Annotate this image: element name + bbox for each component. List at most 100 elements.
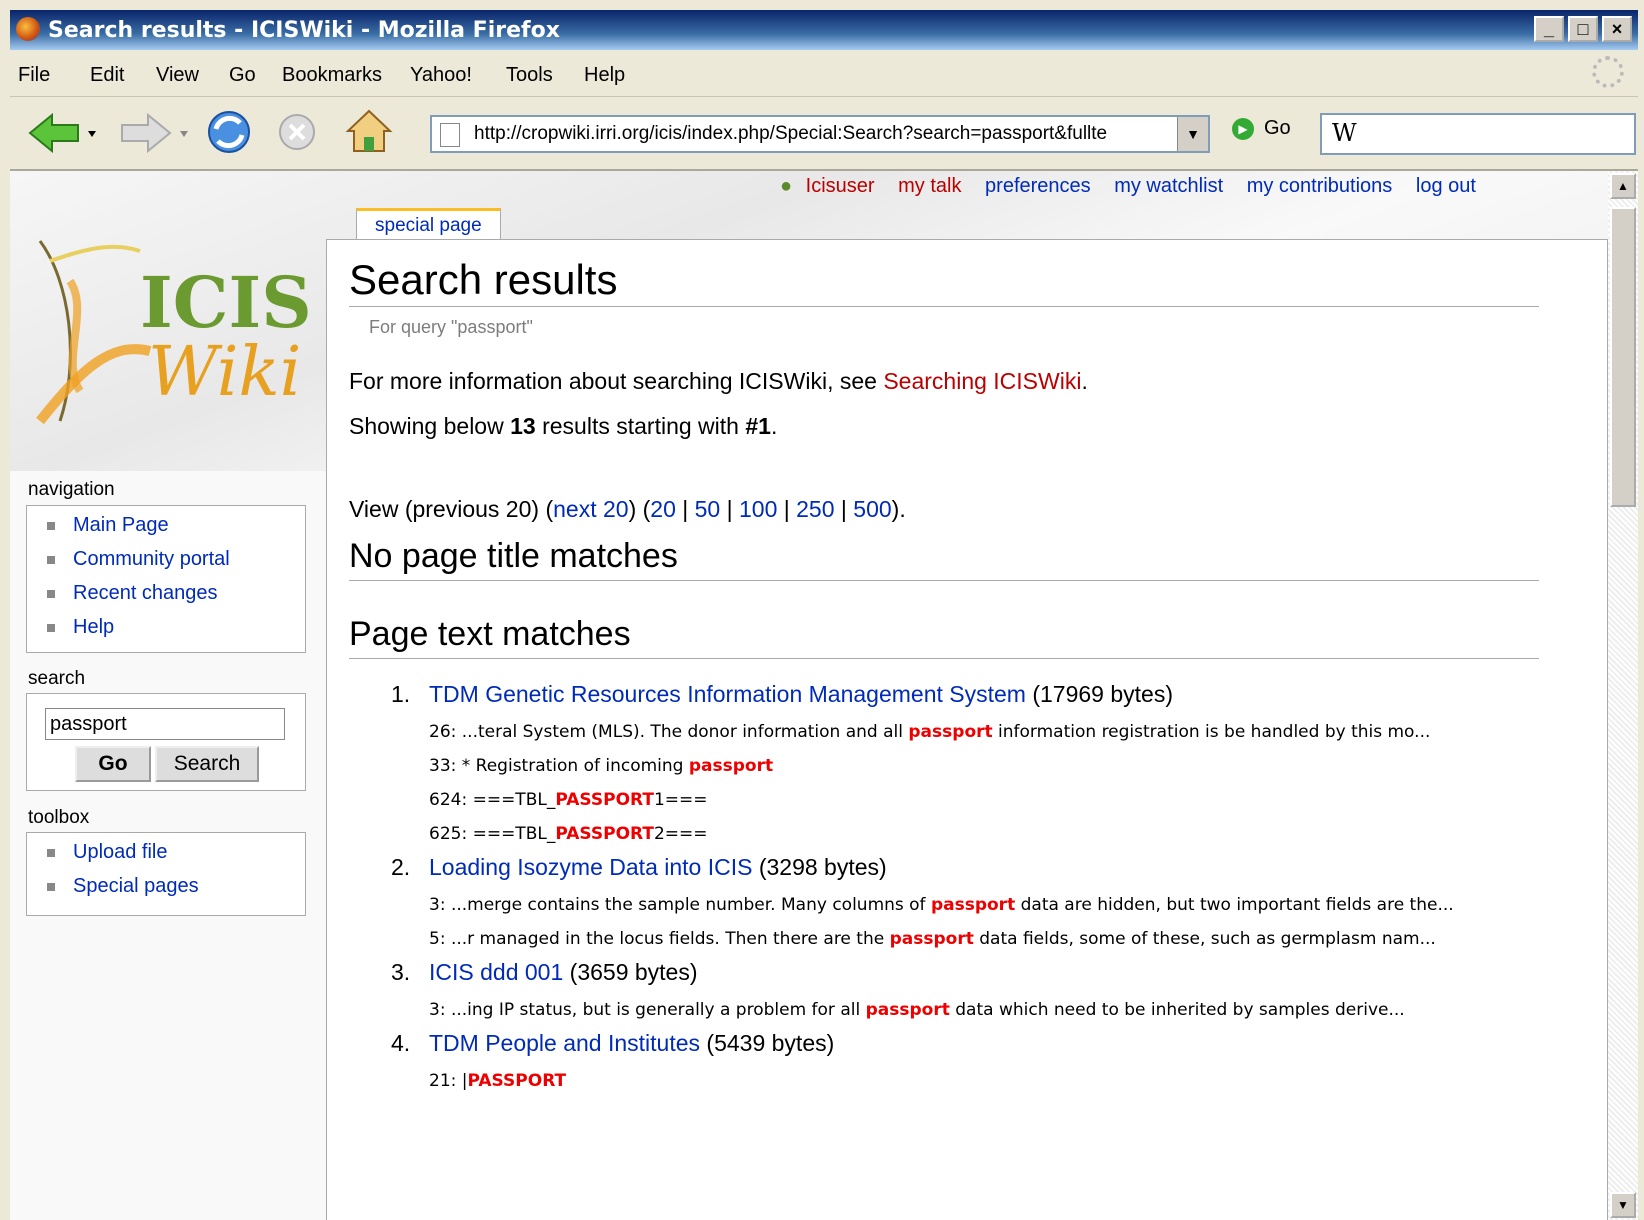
snippet-text: information registration is be handled b… bbox=[992, 722, 1431, 742]
wikipedia-search-box[interactable]: W bbox=[1320, 113, 1636, 155]
nav-item-help[interactable]: Help bbox=[47, 616, 305, 650]
bullet-icon bbox=[47, 882, 55, 891]
home-icon[interactable] bbox=[344, 107, 394, 157]
menu-view[interactable]: View bbox=[156, 64, 199, 87]
next-20-link[interactable]: next 20 bbox=[553, 496, 628, 522]
snippet-text: data fields, some of these, such as germ… bbox=[973, 929, 1436, 949]
nav-item-community-portal[interactable]: Community portal bbox=[47, 548, 305, 582]
scroll-up-button[interactable]: ▲ bbox=[1610, 173, 1636, 199]
my-contributions-link[interactable]: my contributions bbox=[1247, 175, 1393, 197]
toolbox-item-special-pages[interactable]: Special pages bbox=[47, 875, 305, 909]
stop-icon[interactable] bbox=[276, 111, 318, 153]
menu-yahoo[interactable]: Yahoo! bbox=[410, 64, 472, 87]
result-item: 2. Loading Isozyme Data into ICIS (3298 b… bbox=[349, 854, 1539, 949]
view-sep: | bbox=[777, 496, 797, 522]
preferences-link[interactable]: preferences bbox=[985, 175, 1091, 197]
snippet-highlight: PASSPORT bbox=[555, 790, 654, 810]
result-title-link[interactable]: Loading Isozyme Data into ICIS bbox=[429, 854, 752, 880]
menu-file[interactable]: File bbox=[18, 64, 50, 87]
limit-250-link[interactable]: 250 bbox=[796, 496, 834, 522]
back-icon[interactable] bbox=[26, 111, 98, 155]
minimize-button[interactable]: _ bbox=[1534, 16, 1564, 42]
search-input[interactable] bbox=[45, 708, 285, 740]
snippet-text: 625: ===TBL_ bbox=[429, 824, 556, 844]
close-button[interactable]: × bbox=[1602, 16, 1632, 42]
my-watchlist-link[interactable]: my watchlist bbox=[1114, 175, 1223, 197]
user-icon: ● bbox=[780, 175, 793, 197]
log-out-link[interactable]: log out bbox=[1416, 175, 1476, 197]
info-text: For more information about searching ICI… bbox=[349, 368, 877, 394]
browser-window: Search results - ICISWiki - Mozilla Fire… bbox=[0, 0, 1644, 1220]
limit-50-link[interactable]: 50 bbox=[695, 496, 721, 522]
start-number: #1 bbox=[745, 413, 771, 439]
menu-help[interactable]: Help bbox=[584, 64, 625, 87]
showing-mid: results starting with bbox=[542, 413, 739, 439]
scroll-thumb[interactable] bbox=[1610, 207, 1636, 507]
result-snippet: 625: ===TBL_PASSPORT2=== bbox=[429, 824, 1539, 844]
limit-100-link[interactable]: 100 bbox=[739, 496, 777, 522]
tab-special-page[interactable]: special page bbox=[356, 208, 501, 243]
searching-help-link[interactable]: Searching ICISWiki bbox=[883, 368, 1081, 394]
nav-item-label[interactable]: Community portal bbox=[73, 548, 230, 570]
personal-tools: ● Icisuser my talk preferences my watchl… bbox=[780, 175, 1476, 198]
result-size: (3659 bytes) bbox=[569, 959, 698, 985]
maximize-button[interactable]: □ bbox=[1568, 16, 1598, 42]
menu-go[interactable]: Go bbox=[229, 64, 256, 87]
menu-edit[interactable]: Edit bbox=[90, 64, 124, 87]
scroll-down-button[interactable]: ▼ bbox=[1610, 1192, 1636, 1218]
menu-tools[interactable]: Tools bbox=[506, 64, 553, 87]
url-bar[interactable]: http://cropwiki.irri.org/icis/index.php/… bbox=[430, 115, 1210, 153]
nav-item-label[interactable]: Main Page bbox=[73, 514, 169, 536]
text-matches-heading: Page text matches bbox=[349, 615, 1539, 659]
throbber-icon bbox=[1592, 56, 1624, 88]
url-dropdown-button[interactable]: ▼ bbox=[1177, 117, 1208, 151]
go-label: Go bbox=[1264, 117, 1291, 139]
vertical-scrollbar[interactable]: ▲ ▼ bbox=[1608, 171, 1638, 1220]
view-sep: | bbox=[834, 496, 854, 522]
limit-20-link[interactable]: 20 bbox=[650, 496, 676, 522]
result-item: 3. ICIS ddd 001 (3659 bytes) 3: ...ing IP… bbox=[349, 959, 1539, 1020]
page-subtitle: For query "passport" bbox=[369, 317, 533, 337]
no-title-matches-heading: No page title matches bbox=[349, 537, 1539, 581]
menu-bar: File Edit View Go Bookmarks Yahoo! Tools… bbox=[10, 52, 1638, 97]
snippet-text: 33: * Registration of incoming bbox=[429, 756, 689, 776]
bullet-icon bbox=[47, 521, 55, 530]
forward-icon[interactable] bbox=[118, 111, 190, 155]
snippet-text: 3: ...merge contains the sample number. … bbox=[429, 895, 931, 915]
result-snippet: 33: * Registration of incoming passport bbox=[429, 756, 1539, 776]
nav-item-label[interactable]: Help bbox=[73, 616, 114, 638]
menu-bookmarks[interactable]: Bookmarks bbox=[282, 64, 382, 87]
reload-icon[interactable] bbox=[204, 107, 254, 157]
go-button[interactable]: ▶ Go bbox=[1232, 117, 1291, 140]
url-text[interactable]: http://cropwiki.irri.org/icis/index.php/… bbox=[474, 123, 1164, 145]
result-number: 2. bbox=[391, 854, 411, 880]
nav-item-recent-changes[interactable]: Recent changes bbox=[47, 582, 305, 616]
fulltext-search-button[interactable]: Search bbox=[155, 746, 259, 782]
site-logo[interactable]: ICIS Wiki bbox=[20, 221, 312, 451]
bullet-icon bbox=[47, 589, 55, 598]
result-snippet: 3: ...merge contains the sample number. … bbox=[429, 895, 1539, 915]
snippet-text: 3: ...ing IP status, but is generally a … bbox=[429, 1000, 866, 1020]
nav-item-main-page[interactable]: Main Page bbox=[47, 514, 305, 548]
view-paging: View (previous 20) (next 20) (20 | 50 | … bbox=[349, 496, 1539, 523]
toolbox-item-label[interactable]: Upload file bbox=[73, 841, 168, 863]
results-list: 1. TDM Genetic Resources Information Mana… bbox=[349, 681, 1539, 1091]
nav-item-label[interactable]: Recent changes bbox=[73, 582, 218, 604]
limit-500-link[interactable]: 500 bbox=[853, 496, 891, 522]
toolbox-item-upload-file[interactable]: Upload file bbox=[47, 841, 305, 875]
result-number: 1. bbox=[391, 681, 411, 707]
showing-pre: Showing below bbox=[349, 413, 504, 439]
result-size: (17969 bytes) bbox=[1032, 681, 1173, 707]
result-title-link[interactable]: TDM Genetic Resources Information Manage… bbox=[429, 681, 1026, 707]
window-title: Search results - ICISWiki - Mozilla Fire… bbox=[48, 18, 560, 43]
wikipedia-icon: W bbox=[1332, 119, 1357, 147]
my-talk-link[interactable]: my talk bbox=[898, 175, 961, 197]
user-link[interactable]: Icisuser bbox=[806, 175, 875, 197]
snippet-text: 1=== bbox=[653, 790, 708, 810]
go-search-button[interactable]: Go bbox=[75, 746, 151, 782]
snippet-highlight: passport bbox=[908, 722, 993, 742]
toolbox-item-label[interactable]: Special pages bbox=[73, 875, 199, 897]
result-title-link[interactable]: TDM People and Institutes bbox=[429, 1030, 700, 1056]
result-count: 13 bbox=[510, 413, 536, 439]
result-title-link[interactable]: ICIS ddd 001 bbox=[429, 959, 563, 985]
